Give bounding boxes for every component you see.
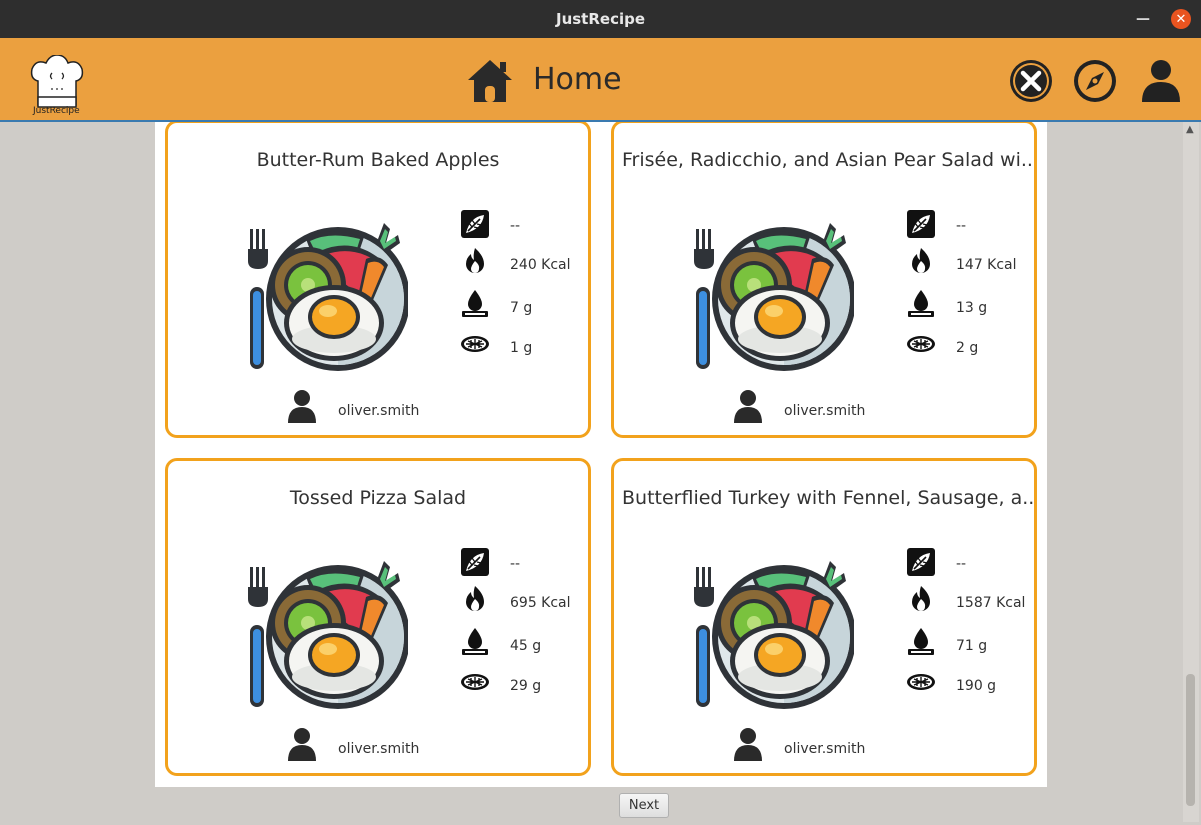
close-icon[interactable] bbox=[1008, 58, 1054, 104]
recipe-grid: Butter-Rum Baked Apples -- 240 Kcal 7 g … bbox=[155, 122, 1047, 787]
author-name: oliver.smith bbox=[338, 403, 420, 419]
fat-drop-icon bbox=[460, 289, 490, 319]
fat-drop-icon bbox=[906, 289, 936, 319]
recipe-image bbox=[674, 537, 854, 709]
vegan-leaf-icon bbox=[906, 209, 936, 239]
recipe-title: Frisée, Radicchio, and Asian Pear Salad … bbox=[622, 149, 1034, 171]
protein-value: 1 g bbox=[510, 340, 533, 356]
recipe-card[interactable]: Frisée, Radicchio, and Asian Pear Salad … bbox=[611, 122, 1037, 438]
calories-flame-icon bbox=[460, 585, 490, 615]
scrollbar-thumb[interactable] bbox=[1186, 674, 1195, 806]
fat-value: 71 g bbox=[956, 638, 988, 654]
fat-value: 13 g bbox=[956, 300, 988, 316]
author-name: oliver.smith bbox=[338, 741, 420, 757]
author-icon bbox=[286, 389, 318, 423]
logo-text: JustRecipe bbox=[33, 106, 80, 116]
fat-value: 45 g bbox=[510, 638, 542, 654]
calories-flame-icon bbox=[460, 247, 490, 277]
fat-drop-icon bbox=[460, 627, 490, 657]
vegan-value: -- bbox=[510, 556, 521, 572]
calories-value: 147 Kcal bbox=[956, 257, 1017, 273]
author-name: oliver.smith bbox=[784, 741, 866, 757]
window-title: JustRecipe bbox=[555, 10, 646, 28]
author-name: oliver.smith bbox=[784, 403, 866, 419]
calories-flame-icon bbox=[906, 247, 936, 277]
scroll-up-arrow-icon[interactable]: ▲ bbox=[1186, 124, 1194, 135]
protein-steak-icon bbox=[906, 667, 936, 697]
vegan-value: -- bbox=[956, 218, 967, 234]
app-header: JustRecipe Home bbox=[0, 38, 1201, 122]
protein-steak-icon bbox=[460, 329, 490, 359]
author-icon bbox=[286, 727, 318, 761]
author-icon bbox=[732, 389, 764, 423]
calories-value: 695 Kcal bbox=[510, 595, 571, 611]
vegan-leaf-icon bbox=[460, 547, 490, 577]
recipe-card[interactable]: Butterflied Turkey with Fennel, Sausage,… bbox=[611, 458, 1037, 776]
author-icon bbox=[732, 727, 764, 761]
compass-icon[interactable] bbox=[1072, 58, 1118, 104]
minimize-icon[interactable]: — bbox=[1133, 9, 1153, 29]
recipe-title: Tossed Pizza Salad bbox=[289, 487, 467, 509]
home-icon bbox=[468, 60, 512, 102]
calories-value: 1587 Kcal bbox=[956, 595, 1026, 611]
vegan-leaf-icon bbox=[906, 547, 936, 577]
recipe-card[interactable]: Tossed Pizza Salad -- 695 Kcal 45 g 29 g… bbox=[165, 458, 591, 776]
protein-value: 29 g bbox=[510, 678, 542, 694]
protein-steak-icon bbox=[906, 329, 936, 359]
protein-value: 190 g bbox=[956, 678, 997, 694]
vegan-leaf-icon bbox=[460, 209, 490, 239]
protein-steak-icon bbox=[460, 667, 490, 697]
calories-flame-icon bbox=[906, 585, 936, 615]
protein-value: 2 g bbox=[956, 340, 979, 356]
calories-value: 240 Kcal bbox=[510, 257, 571, 273]
recipe-title: Butter-Rum Baked Apples bbox=[256, 149, 500, 171]
fat-drop-icon bbox=[906, 627, 936, 657]
window-titlebar: JustRecipe — ✕ bbox=[0, 0, 1201, 38]
vegan-value: -- bbox=[510, 218, 521, 234]
vegan-value: -- bbox=[956, 556, 967, 572]
recipe-image bbox=[674, 199, 854, 371]
next-page-button[interactable]: Next bbox=[619, 793, 669, 818]
recipe-image bbox=[228, 537, 408, 709]
vertical-scrollbar[interactable]: ▲ bbox=[1183, 122, 1199, 822]
recipe-card[interactable]: Butter-Rum Baked Apples -- 240 Kcal 7 g … bbox=[165, 122, 591, 438]
recipe-image bbox=[228, 199, 408, 371]
recipe-title: Butterflied Turkey with Fennel, Sausage,… bbox=[622, 487, 1034, 509]
page-title: Home bbox=[533, 62, 622, 97]
fat-value: 7 g bbox=[510, 300, 533, 316]
window-close-icon[interactable]: ✕ bbox=[1171, 9, 1191, 29]
user-icon[interactable] bbox=[1138, 58, 1184, 104]
